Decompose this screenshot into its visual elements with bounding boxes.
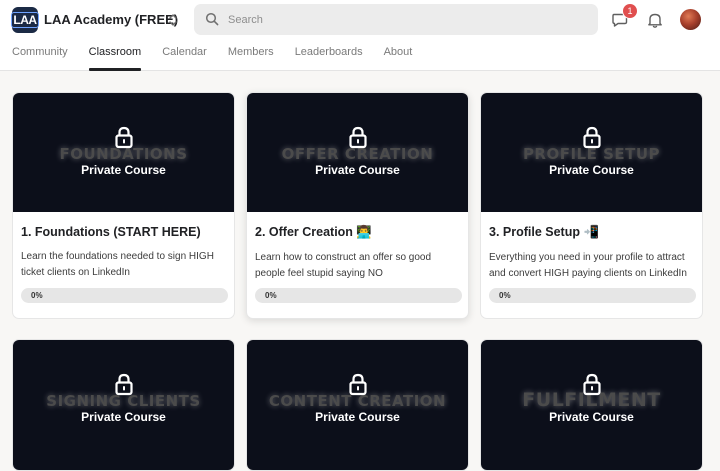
progress-bar: 0% — [255, 288, 462, 303]
lock-icon — [349, 126, 367, 149]
course-cover: FOUNDATIONS Private Course — [13, 93, 234, 212]
bell-icon — [648, 13, 662, 28]
private-course-label: Private Course — [81, 410, 166, 424]
nav-tabs: Community Classroom Calendar Members Lea… — [12, 45, 433, 71]
course-card[interactable]: PROFILE SETUP Private Course 3. Profile … — [480, 92, 703, 319]
lock-icon — [583, 373, 601, 396]
private-course-label: Private Course — [549, 410, 634, 424]
course-cover: CONTENT CREATION Private Course — [247, 340, 468, 470]
chevron-updown-icon[interactable] — [166, 11, 180, 29]
course-cover: SIGNING CLIENTS Private Course — [13, 340, 234, 470]
course-title: 3. Profile Setup 📲 — [489, 225, 600, 239]
progress-label: 0% — [499, 291, 511, 300]
course-description: Learn how to construct an offer so good … — [255, 252, 432, 279]
tab-community[interactable]: Community — [12, 45, 68, 71]
progress-label: 0% — [265, 291, 277, 300]
lock-icon — [115, 126, 133, 149]
course-description: Everything you need in your profile to a… — [489, 252, 687, 279]
avatar[interactable] — [680, 9, 701, 30]
course-cover: OFFER CREATION Private Course — [247, 93, 468, 212]
course-card[interactable]: FOUNDATIONS Private Course 1. Foundation… — [12, 92, 235, 319]
course-card[interactable]: CONTENT CREATION Private Course — [246, 339, 469, 471]
progress-label: 0% — [31, 291, 43, 300]
private-course-label: Private Course — [315, 163, 400, 177]
course-card[interactable]: OFFER CREATION Private Course 2. Offer C… — [246, 92, 469, 319]
private-course-label: Private Course — [549, 163, 634, 177]
top-bar: LAA LAA Academy (FREE) 1 Community Class… — [0, 0, 720, 71]
group-logo[interactable]: LAA — [11, 7, 39, 33]
tab-about[interactable]: About — [384, 45, 413, 71]
chat-badge: 1 — [622, 3, 638, 19]
course-title: 1. Foundations (START HERE) — [21, 225, 201, 239]
logo-text: LAA — [11, 12, 39, 28]
course-card[interactable]: SIGNING CLIENTS Private Course — [12, 339, 235, 471]
private-course-label: Private Course — [315, 410, 400, 424]
lock-icon — [349, 373, 367, 396]
lock-icon — [583, 126, 601, 149]
tab-classroom[interactable]: Classroom — [88, 45, 141, 71]
course-card[interactable]: FULFILMENT Private Course — [480, 339, 703, 471]
search-bar[interactable] — [194, 4, 598, 35]
progress-bar: 0% — [21, 288, 228, 303]
tab-leaderboards[interactable]: Leaderboards — [295, 45, 363, 71]
search-input[interactable] — [228, 4, 588, 35]
group-name[interactable]: LAA Academy (FREE) — [44, 12, 178, 27]
notifications-button[interactable] — [645, 10, 665, 30]
course-cover: FULFILMENT Private Course — [481, 340, 702, 470]
lock-icon — [115, 373, 133, 396]
search-icon — [205, 12, 219, 26]
progress-bar: 0% — [489, 288, 696, 303]
course-title: 2. Offer Creation 👨‍💻 — [255, 225, 372, 239]
tab-calendar[interactable]: Calendar — [162, 45, 207, 71]
course-description: Learn the foundations needed to sign HIG… — [21, 251, 214, 278]
tab-members[interactable]: Members — [228, 45, 274, 71]
course-cover: PROFILE SETUP Private Course — [481, 93, 702, 212]
private-course-label: Private Course — [81, 163, 166, 177]
